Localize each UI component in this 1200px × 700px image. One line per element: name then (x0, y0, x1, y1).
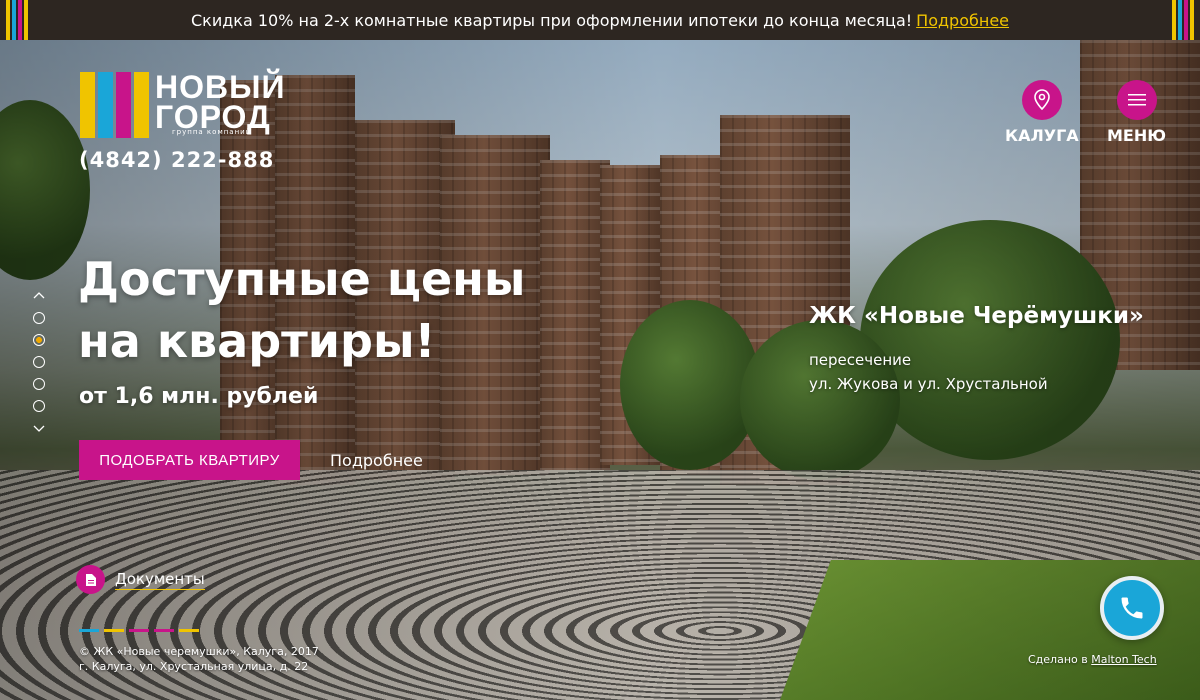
promo-bar: Скидка 10% на 2-х комнатные квартиры при… (0, 0, 1200, 40)
logo-wordmark: НОВЫЙ ГОРОД (155, 69, 286, 135)
city-selector-button[interactable]: КАЛУГА (1005, 80, 1079, 145)
location-pin-icon (1021, 80, 1062, 120)
promo-text: Скидка 10% на 2-х комнатные квартиры при… (190, 10, 913, 30)
phone-icon (1121, 597, 1143, 619)
logo[interactable]: НОВЫЙ ГОРОД группа компаний (80, 69, 286, 138)
developer-credit: Сделано в Malton Tech (1028, 653, 1157, 666)
slider-dot-active[interactable] (33, 334, 45, 346)
documents-link[interactable]: Документы (76, 565, 205, 594)
city-label: КАЛУГА (1005, 126, 1079, 145)
hamburger-icon (1116, 80, 1157, 120)
documents-label: Документы (115, 569, 205, 590)
menu-label: МЕНЮ (1107, 126, 1167, 145)
slider-dot[interactable] (33, 356, 45, 368)
logo-tagline: группа компаний (172, 128, 252, 136)
promo-stripes-left (6, 0, 28, 40)
brand-color-line (79, 629, 199, 632)
promo-more-link[interactable]: Подробнее (916, 11, 1009, 30)
slider-dot[interactable] (33, 312, 45, 324)
complex-address: пересечение ул. Жукова и ул. Хрустальной (809, 351, 1048, 393)
promo-stripes-right (1172, 0, 1194, 40)
hero-headline: Доступные цены на квартиры! (78, 252, 526, 368)
slider-dot[interactable] (33, 378, 45, 390)
slider-nav (33, 290, 45, 434)
slider-prev-arrow-icon[interactable] (33, 290, 45, 302)
document-icon (76, 565, 105, 594)
footer-copyright: © ЖК «Новые черемушки», Калуга, 2017 г. … (79, 645, 319, 673)
phone-number[interactable]: (4842) 222-888 (79, 148, 274, 172)
slider-dot[interactable] (33, 400, 45, 412)
slider-next-arrow-icon[interactable] (33, 422, 45, 434)
menu-button[interactable]: МЕНЮ (1107, 80, 1166, 145)
developer-link[interactable]: Malton Tech (1091, 653, 1156, 666)
logo-bars (80, 72, 149, 138)
call-button[interactable] (1100, 576, 1164, 640)
hero-price: от 1,6 млн. рублей (79, 384, 319, 409)
complex-name: ЖК «Новые Черёмушки» (809, 303, 1144, 329)
choose-apartment-button[interactable]: ПОДОБРАТЬ КВАРТИРУ (79, 440, 300, 480)
hero-more-link[interactable]: Подробнее (330, 451, 423, 470)
